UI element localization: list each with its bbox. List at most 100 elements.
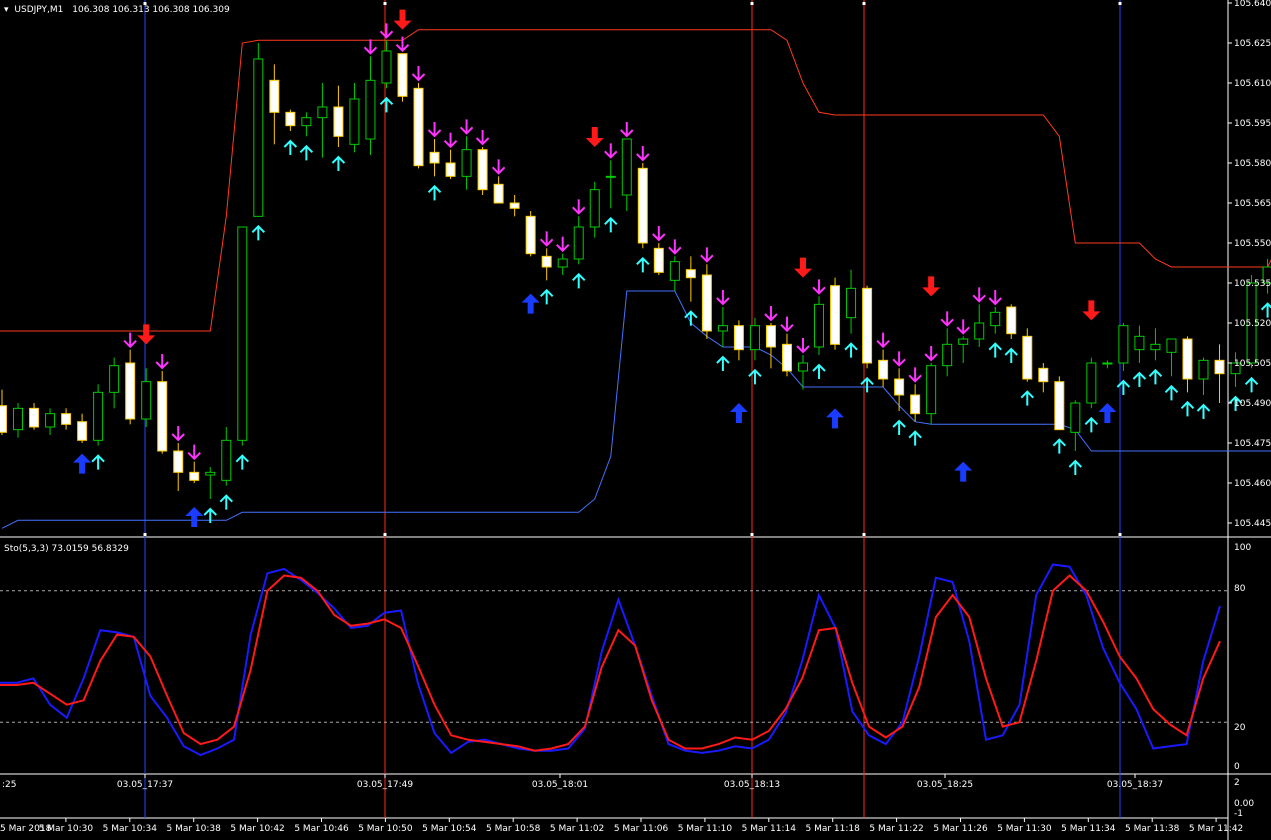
candle-body	[333, 106, 344, 137]
candle-body	[958, 338, 969, 345]
candle-body	[13, 407, 24, 431]
candle-body	[1022, 335, 1033, 380]
time-tick-label: 5 Mar 11:14	[742, 824, 797, 834]
time-tick-label: 5 Mar 11:30	[997, 824, 1052, 834]
candle-body	[749, 325, 760, 351]
candle-body	[141, 381, 152, 420]
price-tick-label: 105.595	[1234, 119, 1271, 129]
candle-body	[717, 325, 728, 332]
stoch-tick-label: 0	[1234, 762, 1240, 772]
separator-marker	[862, 2, 866, 5]
candle-body	[573, 226, 584, 260]
price-tick-label: 105.535	[1234, 279, 1271, 289]
candle-body	[830, 285, 841, 345]
candle-body	[701, 274, 712, 332]
candle-body	[429, 151, 440, 164]
separator-marker	[143, 533, 147, 536]
time-tick-label: 5 Mar 10:54	[422, 824, 477, 834]
candle-body	[685, 269, 696, 279]
time-tick-label: 5 Mar 11:26	[933, 824, 988, 834]
trading-chart[interactable]: 105.640 105.625 105.610 105.595 105.580 105.5…	[0, 0, 1271, 840]
dropdown-triangle-icon: ▾	[4, 5, 9, 15]
candle-body	[1134, 335, 1145, 351]
chart-header: ▾ USDJPY,M1 106.308 106.313 106.308 106.…	[4, 5, 230, 15]
candle-body	[926, 365, 937, 415]
candle-body	[205, 471, 216, 476]
candle-body	[1198, 359, 1209, 380]
macd-tick-label: 2	[1234, 778, 1240, 788]
candle-body	[525, 215, 536, 255]
price-tick-label: 105.610	[1234, 79, 1271, 89]
time-tick-label: 5 Mar 10:58	[486, 824, 541, 834]
separator-time-label: 03.05_17:49	[357, 780, 413, 790]
candle-body	[541, 255, 552, 268]
candle-body	[109, 365, 120, 393]
macd-tick-label: -1	[1234, 809, 1243, 819]
time-tick-label: 5 Mar 11:06	[614, 824, 669, 834]
candle-body	[878, 359, 889, 380]
price-tick-label: 105.475	[1234, 439, 1271, 449]
separator-time-label: 03.05_18:25	[917, 780, 973, 790]
candle-body	[477, 149, 488, 191]
candle-body	[381, 50, 392, 84]
separator-time-label: 03.05_17:37	[117, 780, 173, 790]
candle-body	[653, 247, 664, 273]
candle-body	[1166, 338, 1177, 353]
candle-body	[221, 439, 232, 481]
time-tick-label: 5 Mar 11:02	[550, 824, 604, 834]
candle-body	[733, 325, 744, 351]
candle-body	[349, 98, 360, 145]
candle-body	[1070, 402, 1081, 433]
candle-body	[910, 394, 921, 415]
candle-body	[125, 362, 136, 420]
candle-body	[557, 258, 568, 268]
candle-body	[1182, 338, 1193, 380]
candle-body	[621, 138, 632, 196]
candle-body	[301, 117, 312, 127]
candle-body	[29, 407, 40, 428]
candle-body	[173, 450, 184, 473]
time-tick-label: 5 Mar 10:46	[294, 824, 349, 834]
stoch-tick-label: 20	[1234, 723, 1246, 733]
time-tick-label: 5 Mar 11:38	[1125, 824, 1180, 834]
candle-body	[365, 79, 376, 140]
candle-body	[317, 106, 328, 119]
candle-body	[1118, 325, 1129, 364]
candle-body	[1102, 362, 1113, 365]
candle-body	[1214, 359, 1225, 375]
candle-body	[669, 261, 680, 281]
price-tick-label: 105.550	[1234, 239, 1271, 249]
candle-body	[509, 202, 520, 209]
candle-body	[269, 79, 280, 113]
price-tick-label: 105.505	[1234, 359, 1271, 369]
candle-body	[285, 111, 296, 127]
candle-body	[637, 167, 648, 244]
candle-body	[781, 343, 792, 372]
time-tick-label: 5 Mar 10:50	[358, 824, 413, 834]
candle-body	[77, 421, 88, 441]
candle-body	[61, 413, 72, 425]
stoch-tick-label: 100	[1234, 543, 1251, 553]
time-tick-label: 5 Mar 10:34	[103, 824, 158, 834]
time-tick-label: 5 Mar 10:30	[39, 824, 94, 834]
separator-time-label: 03.05_18:01	[532, 780, 588, 790]
price-tick-label: 105.520	[1234, 319, 1271, 329]
chart-background	[0, 0, 1271, 840]
candle-body	[974, 322, 985, 340]
ohlc-label: 106.308 106.313 106.308 106.309	[72, 5, 230, 15]
price-tick-label: 105.625	[1234, 39, 1271, 49]
candle-body	[1054, 381, 1065, 431]
time-tick-label: 5 Mar 11:42	[1189, 824, 1243, 834]
separator-time-label: 03.05_18:37	[1107, 780, 1163, 790]
price-tick-label: 105.580	[1234, 159, 1271, 169]
candle-body	[461, 149, 472, 177]
candle-body	[0, 405, 7, 433]
time-tick-label: 5 Mar 10:38	[167, 824, 222, 834]
price-tick-label: 105.460	[1234, 479, 1271, 489]
price-tick-label: 105.445	[1234, 519, 1271, 529]
candle-body	[605, 175, 616, 178]
candle-body	[1006, 306, 1017, 335]
candle-body	[942, 343, 953, 367]
candle-body	[397, 53, 408, 97]
time-tick-label: 5 Mar 11:22	[869, 824, 923, 834]
